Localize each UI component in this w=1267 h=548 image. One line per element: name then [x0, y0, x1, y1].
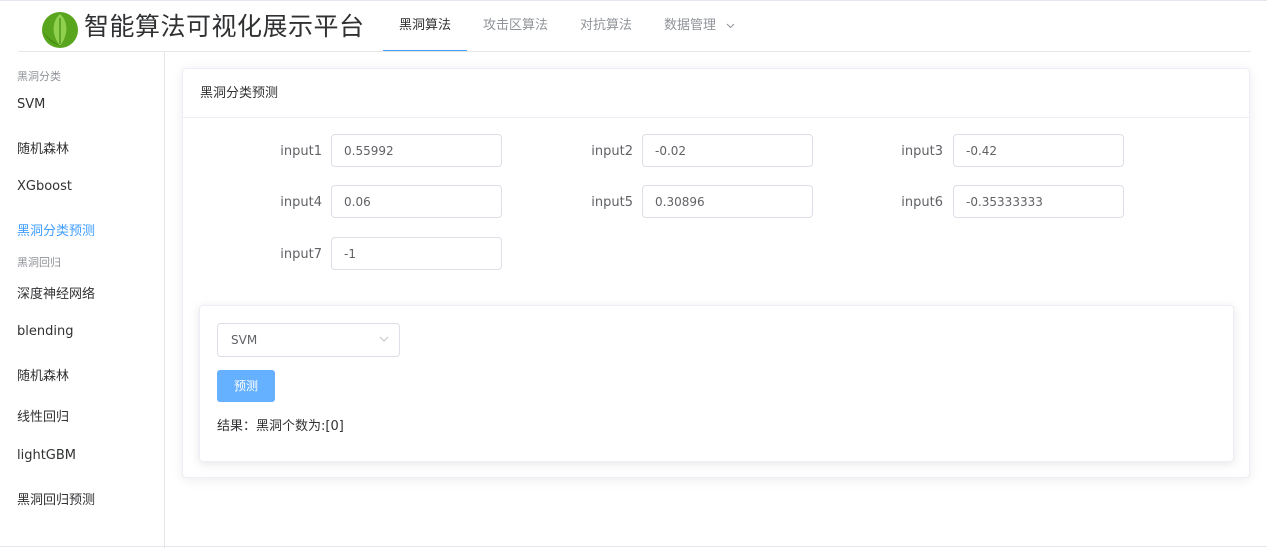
sidebar-item-lightgbm[interactable]: lightGBM	[17, 448, 76, 463]
nav-item-data-management[interactable]: 数据管理	[648, 1, 751, 52]
predict-button[interactable]: 预测	[217, 370, 275, 402]
input4-label: input4	[280, 195, 322, 210]
top-nav: 黑洞算法 攻击区算法 对抗算法 数据管理	[383, 1, 751, 52]
chevron-down-icon	[379, 336, 389, 342]
sidebar-item-svm[interactable]: SVM	[17, 97, 45, 112]
prediction-card: 黑洞分类预测 input1 input2 input3 input4 input…	[182, 68, 1250, 478]
input1-field[interactable]	[331, 134, 502, 167]
nav-item-adversarial[interactable]: 对抗算法	[564, 1, 648, 52]
sidebar-item-linear-regression[interactable]: 线性回归	[17, 406, 69, 425]
input6-field[interactable]	[953, 185, 1124, 218]
sidebar-item-dnn[interactable]: 深度神经网络	[17, 283, 95, 302]
sidebar-item-blending[interactable]: blending	[17, 324, 73, 339]
input3-label: input3	[901, 144, 943, 159]
predict-panel: SVM 预测 结果：黑洞个数为:[0]	[199, 305, 1234, 462]
header-divider	[18, 51, 1251, 52]
sidebar-item-classification-predict[interactable]: 黑洞分类预测	[17, 220, 95, 239]
input7-label: input7	[280, 247, 322, 262]
nav-item-blackhole[interactable]: 黑洞算法	[383, 1, 468, 52]
leaf-logo-icon	[42, 12, 78, 48]
input1-label: input1	[280, 144, 322, 159]
input3-field[interactable]	[953, 134, 1124, 167]
nav-item-label: 数据管理	[664, 18, 717, 33]
sidebar-group-title-classification: 黑洞分类	[17, 70, 61, 83]
input5-label: input5	[591, 195, 633, 210]
sidebar-group-title-regression: 黑洞回归	[17, 256, 61, 269]
input7-field[interactable]	[331, 237, 502, 270]
input4-field[interactable]	[331, 185, 502, 218]
nav-item-label: 对抗算法	[580, 18, 633, 33]
chevron-down-icon	[726, 23, 735, 28]
input2-field[interactable]	[642, 134, 813, 167]
sidebar-item-xgboost[interactable]: XGboost	[17, 179, 72, 194]
card-title: 黑洞分类预测	[183, 69, 1249, 118]
nav-item-attack-zone[interactable]: 攻击区算法	[467, 1, 564, 52]
bottom-divider	[0, 546, 1267, 547]
input6-label: input6	[901, 195, 943, 210]
top-header: 智能算法可视化展示平台 黑洞算法 攻击区算法 对抗算法 数据管理	[0, 0, 1267, 52]
nav-item-label: 黑洞算法	[399, 18, 452, 33]
result-text: 结果：黑洞个数为:[0]	[217, 419, 344, 434]
sidebar: 黑洞分类 SVM 随机森林 XGboost 黑洞分类预测 黑洞回归 深度神经网络…	[0, 52, 165, 548]
input2-label: input2	[591, 144, 633, 159]
nav-item-label: 攻击区算法	[483, 18, 549, 33]
sidebar-item-regression-predict[interactable]: 黑洞回归预测	[17, 489, 95, 508]
sidebar-item-random-forest-regression[interactable]: 随机森林	[17, 365, 69, 384]
model-select-value: SVM	[231, 333, 258, 347]
input5-field[interactable]	[642, 185, 813, 218]
sidebar-item-random-forest[interactable]: 随机森林	[17, 138, 69, 157]
model-select[interactable]: SVM	[217, 323, 400, 357]
app-title: 智能算法可视化展示平台	[84, 12, 365, 41]
